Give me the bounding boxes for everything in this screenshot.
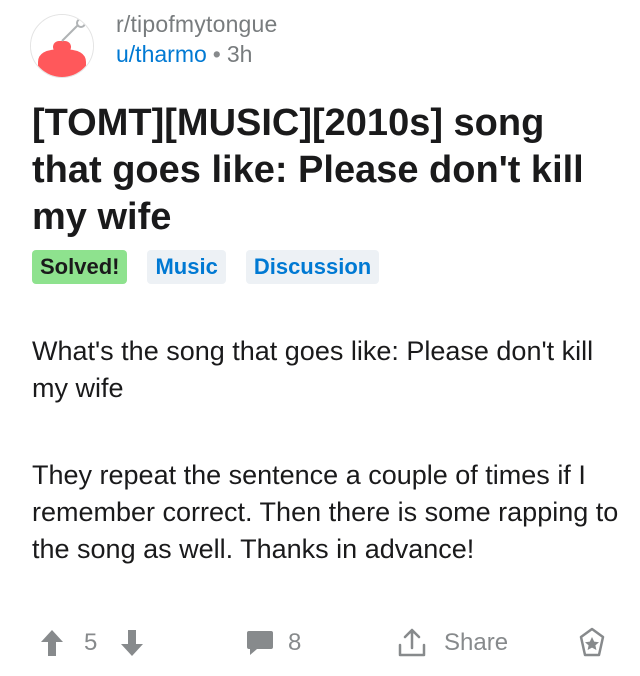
post-age: 3h <box>226 41 253 67</box>
award-icon[interactable] <box>576 618 608 668</box>
subreddit-name[interactable]: r/tipofmytongue <box>116 10 278 38</box>
flair-discussion[interactable]: Discussion <box>245 250 380 284</box>
post-body-paragraph-2: They repeat the sentence a couple of tim… <box>32 460 619 564</box>
subreddit-avatar-icon[interactable] <box>30 14 94 78</box>
comment-count-label: 8 <box>288 629 302 656</box>
post-meta: r/tipofmytongue u/tharmo • 3h <box>116 10 278 68</box>
share-icon[interactable] <box>396 618 428 668</box>
flair-music[interactable]: Music <box>147 250 226 284</box>
vote-count: 5 <box>84 618 97 668</box>
vote-count-label: 5 <box>84 629 98 656</box>
flair-list: Solved! Music Discussion <box>32 250 380 284</box>
comment-bubble-icon[interactable] <box>246 618 274 668</box>
share-button[interactable]: Share <box>444 618 508 668</box>
author-username[interactable]: u/tharmo <box>116 41 207 67</box>
post-header: r/tipofmytongue u/tharmo • 3h <box>30 8 590 78</box>
meta-separator: • <box>212 41 221 67</box>
post-body-paragraph-1: What's the song that goes like: Please d… <box>32 336 594 403</box>
post-title[interactable]: [TOMT][MUSIC][2010s] song that goes like… <box>32 100 612 241</box>
flair-solved[interactable]: Solved! <box>32 250 128 284</box>
arrow-up-icon[interactable] <box>40 618 64 668</box>
arrow-down-icon[interactable] <box>120 618 144 668</box>
comment-count[interactable]: 8 <box>288 618 301 668</box>
post-action-bar: 5 8 Share <box>0 618 640 668</box>
author-line: u/tharmo • 3h <box>116 40 278 68</box>
share-label: Share <box>444 629 509 656</box>
